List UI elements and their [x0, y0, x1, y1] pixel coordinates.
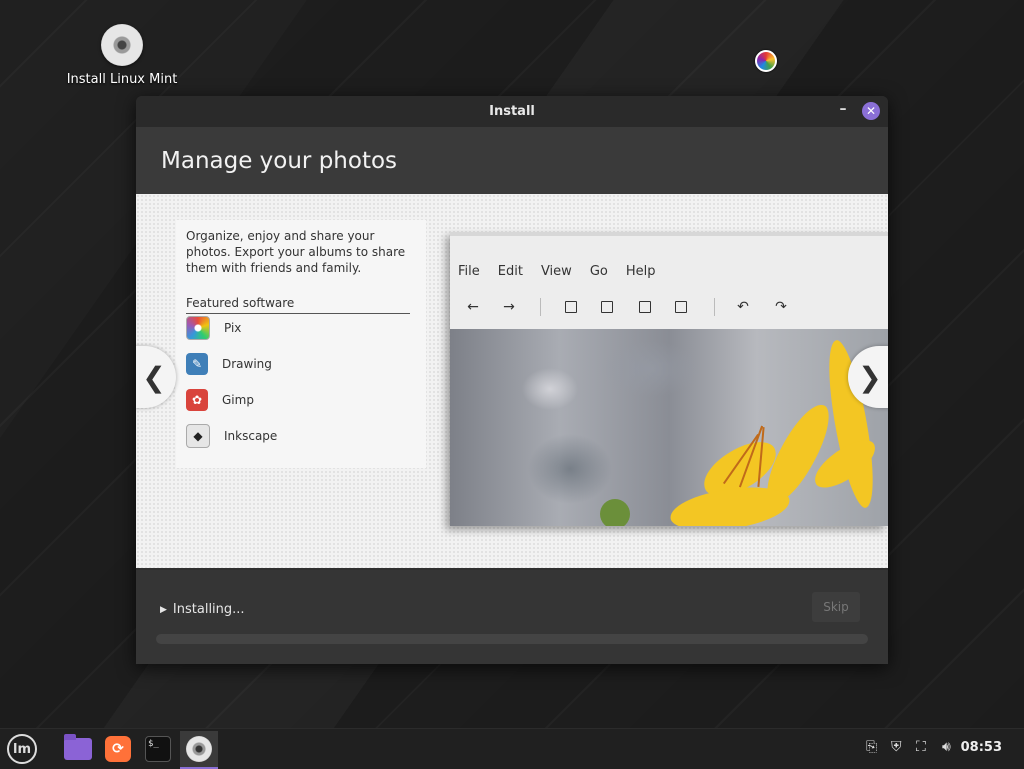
screenshot-menubar: File Edit View Go Help [458, 264, 655, 279]
slide-text-panel: Organize, enjoy and share your photos. E… [176, 220, 426, 468]
installer-task-button[interactable] [180, 731, 218, 769]
zoom-fit-icon [670, 296, 692, 318]
screenshot-chrome: File Edit View Go Help ← → ↶ ↷ [450, 232, 888, 333]
firefox-launcher[interactable]: ⟳ [102, 733, 134, 765]
zoom-normal-icon [634, 296, 656, 318]
screenshot-toolbar: ← → ↶ ↷ [462, 296, 882, 322]
desktop-icon-install[interactable]: Install Linux Mint [62, 24, 182, 87]
firefox-icon: ⟳ [105, 736, 131, 762]
app-name: Pix [224, 321, 242, 335]
rotate-left-icon: ↶ [737, 299, 749, 315]
featured-heading: Featured software [186, 296, 410, 314]
lily-photo [450, 329, 888, 526]
app-name: Gimp [222, 393, 254, 407]
install-progress-bar [156, 634, 868, 644]
back-arrow-icon: ← [467, 299, 479, 315]
volume-icon[interactable]: 🔊︎ [942, 739, 951, 755]
mint-menu-button[interactable]: lm [6, 733, 38, 765]
window-titlebar[interactable]: Install – ✕ [136, 96, 888, 127]
inkscape-icon: ◆ [186, 424, 210, 448]
color-picker-cursor-icon [755, 50, 777, 72]
menu-edit: Edit [497, 264, 523, 279]
slide-description: Organize, enjoy and share your photos. E… [186, 229, 406, 275]
taskbar: lm ⟳ $_ ⎘ ⛨ ⛶ 🔊︎ 08:53 [0, 728, 1024, 769]
menu-view: View [540, 264, 572, 279]
app-item-drawing: ✎ Drawing [186, 352, 410, 376]
installer-window: Install – ✕ Manage your photos Organize,… [136, 96, 888, 664]
zoom-out-icon [560, 296, 582, 318]
disc-icon [186, 736, 212, 762]
drawing-icon: ✎ [186, 353, 208, 375]
slide-title: Manage your photos [161, 147, 398, 174]
mint-logo-icon: lm [7, 734, 37, 764]
install-status[interactable]: ▶ Installing... [160, 602, 245, 617]
rotate-right-icon: ↷ [775, 299, 787, 315]
app-item-gimp: ✿ Gimp [186, 388, 410, 412]
forward-arrow-icon: → [503, 299, 515, 315]
close-icon[interactable]: ✕ [862, 102, 880, 120]
menu-help: Help [625, 264, 656, 279]
menu-go: Go [589, 264, 608, 279]
shield-icon[interactable]: ⛨ [891, 739, 902, 755]
terminal-launcher[interactable]: $_ [142, 733, 174, 765]
app-name: Drawing [222, 357, 272, 371]
install-footer: ▶ Installing... Skip [136, 570, 888, 664]
pix-icon [186, 316, 210, 340]
app-item-pix: Pix [186, 316, 410, 340]
files-launcher[interactable] [62, 733, 94, 765]
app-name: Inkscape [224, 429, 278, 443]
terminal-icon: $_ [145, 736, 171, 762]
app-screenshot: File Edit View Go Help ← → ↶ ↷ [450, 232, 888, 526]
zoom-in-icon [596, 296, 618, 318]
skip-button[interactable]: Skip [812, 592, 860, 622]
status-text: Installing... [172, 602, 245, 617]
clipboard-icon[interactable]: ⎘ [866, 739, 877, 755]
app-item-inkscape: ◆ Inkscape [186, 424, 410, 448]
folder-icon [64, 734, 92, 760]
menu-file: File [458, 264, 480, 279]
desktop-icon-label: Install Linux Mint [66, 72, 178, 87]
toolbar-separator [714, 298, 715, 316]
toolbar-separator [540, 298, 541, 316]
disc-icon [101, 24, 143, 66]
window-title: Install [489, 104, 535, 119]
minimize-icon[interactable]: – [834, 102, 852, 120]
slide-header: Manage your photos [136, 127, 888, 194]
expander-triangle-icon: ▶ [160, 604, 167, 615]
gimp-icon: ✿ [186, 389, 208, 411]
network-icon[interactable]: ⛶ [916, 739, 926, 755]
clock[interactable]: 08:53 [961, 740, 1002, 755]
